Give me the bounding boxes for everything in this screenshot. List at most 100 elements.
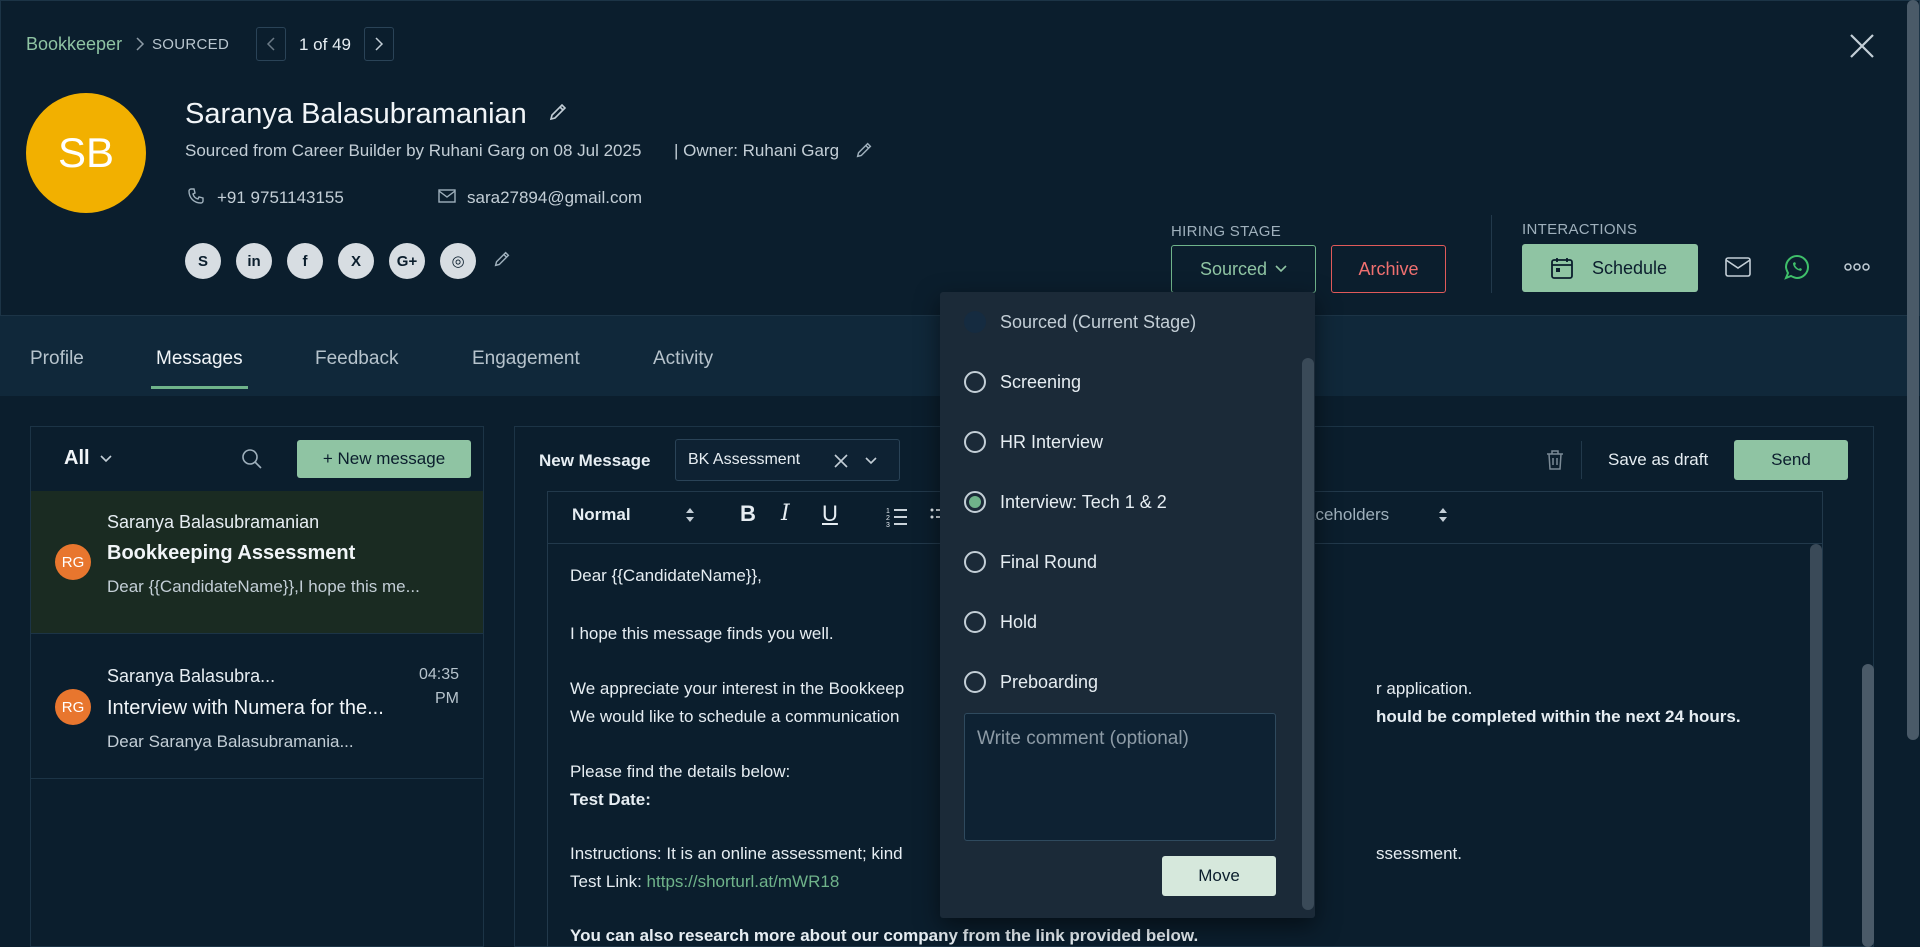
radio-icon xyxy=(964,431,986,453)
stage-option-hr-interview[interactable]: HR Interview xyxy=(940,412,1295,472)
facebook-icon[interactable]: f xyxy=(287,243,323,279)
candidate-owner: | Owner: Ruhani Garg xyxy=(674,141,840,160)
breadcrumb-job-link[interactable]: Bookkeeper xyxy=(26,34,122,55)
hiring-stage-dropdown[interactable]: Sourced xyxy=(1171,245,1316,293)
pager-count: 1 of 49 xyxy=(299,35,351,54)
active-tab-indicator xyxy=(151,386,248,389)
message-list-panel: All + New message RG Saranya Balasubrama… xyxy=(30,426,484,947)
send-button[interactable]: Send xyxy=(1734,440,1848,480)
close-icon[interactable] xyxy=(1847,31,1877,61)
message-subject: Interview with Numera for the... xyxy=(107,697,384,719)
stage-option-label: Screening xyxy=(1000,371,1082,392)
candidate-name: Saranya Balasubramanian xyxy=(185,98,527,130)
svg-text:1: 1 xyxy=(886,508,890,515)
breadcrumb-chevron-icon xyxy=(135,37,145,51)
stage-option-tech-interview[interactable]: Interview: Tech 1 & 2 xyxy=(940,472,1295,532)
body-line: Instructions: It is an online assessment… xyxy=(570,844,903,863)
stage-option-label: Preboarding xyxy=(1000,671,1099,692)
clear-template-icon[interactable] xyxy=(833,453,849,469)
radio-checked-icon xyxy=(964,491,986,513)
body-line: Test Link: https://shorturl.at/mWR18 xyxy=(570,872,839,892)
radio-current-icon xyxy=(964,311,986,333)
chevron-down-icon xyxy=(1275,265,1287,273)
tab-engagement[interactable]: Engagement xyxy=(472,348,580,370)
body-line: r application. xyxy=(1376,679,1473,698)
body-line: I hope this message finds you well. xyxy=(570,624,834,643)
next-candidate-button[interactable] xyxy=(364,27,394,61)
more-options-icon[interactable] xyxy=(1844,259,1870,275)
placeholders-select[interactable]: aceholders xyxy=(1306,505,1389,525)
schedule-button[interactable]: Schedule xyxy=(1522,244,1698,292)
stage-comment-input[interactable]: Write comment (optional) xyxy=(964,713,1276,841)
archive-button[interactable]: Archive xyxy=(1331,245,1446,293)
schedule-label: Schedule xyxy=(1592,257,1668,278)
header-divider xyxy=(1491,215,1492,293)
tab-feedback[interactable]: Feedback xyxy=(315,348,398,370)
body-line: Test Date: xyxy=(570,790,651,809)
bold-icon[interactable]: B xyxy=(740,501,756,527)
save-as-draft-button[interactable]: Save as draft xyxy=(1608,450,1708,470)
candidate-header: Bookkeeper SOURCED 1 of 49 SB Saranya Ba… xyxy=(0,0,1920,316)
delete-draft-icon[interactable] xyxy=(1546,449,1564,471)
italic-icon[interactable]: I xyxy=(781,501,790,526)
move-stage-button[interactable]: Move xyxy=(1162,856,1276,896)
radio-icon xyxy=(964,671,986,693)
page-scrollbar[interactable] xyxy=(1907,0,1919,740)
sender-avatar: RG xyxy=(55,689,91,725)
skype-icon[interactable]: S xyxy=(185,243,221,279)
editor-scrollbar[interactable] xyxy=(1810,544,1822,947)
svg-text:3: 3 xyxy=(886,522,890,528)
chevron-left-icon xyxy=(266,37,275,51)
social-links: Sin f X G+ ◎ xyxy=(185,243,476,279)
menu-scrollbar[interactable] xyxy=(1302,358,1314,910)
x-icon[interactable]: X xyxy=(338,243,374,279)
message-filter-value: All xyxy=(64,447,90,469)
edit-owner-pencil-icon[interactable] xyxy=(854,140,874,160)
prev-candidate-button[interactable] xyxy=(256,27,286,61)
breadcrumb-current-stage: SOURCED xyxy=(152,36,230,53)
new-message-label: New Message xyxy=(539,451,651,470)
test-link-label: Test Link: xyxy=(570,872,647,891)
message-list-item[interactable]: RG Saranya Balasubra... Interview with N… xyxy=(31,635,483,779)
linkedin-icon[interactable]: in xyxy=(236,243,272,279)
panel-scrollbar[interactable] xyxy=(1862,664,1874,947)
chevron-down-icon[interactable] xyxy=(865,457,877,465)
tab-messages[interactable]: Messages xyxy=(156,348,243,370)
search-icon[interactable] xyxy=(241,448,263,470)
edit-social-pencil-icon[interactable] xyxy=(492,249,512,269)
send-email-icon[interactable] xyxy=(1725,257,1751,277)
stage-option-sourced[interactable]: Sourced (Current Stage) xyxy=(940,292,1295,352)
underline-icon[interactable]: U xyxy=(822,501,838,527)
hiring-stage-label: HIRING STAGE xyxy=(1171,223,1281,240)
new-message-button[interactable]: + New message xyxy=(297,440,471,478)
message-sender: Saranya Balasubramanian xyxy=(107,512,320,532)
body-line: We would like to schedule a communicatio… xyxy=(570,707,900,726)
text-format-select[interactable]: Normal xyxy=(572,505,631,525)
stage-option-hold[interactable]: Hold xyxy=(940,592,1295,652)
candidate-phone[interactable]: +91 9751143155 xyxy=(217,188,344,208)
message-list-item[interactable]: RG Saranya Balasubramanian Bookkeeping A… xyxy=(31,491,483,634)
hiring-stage-menu: Sourced (Current Stage) Screening HR Int… xyxy=(940,292,1315,918)
whatsapp-icon[interactable] xyxy=(1784,254,1810,280)
candidate-source: Sourced from Career Builder by Ruhani Ga… xyxy=(185,141,642,160)
body-line: You can also research more about our com… xyxy=(570,926,1199,945)
test-link[interactable]: https://shorturl.at/mWR18 xyxy=(647,872,840,891)
stage-option-label: HR Interview xyxy=(1000,431,1104,452)
candidate-email[interactable]: sara27894@gmail.com xyxy=(467,188,642,208)
hiring-stage-value: Sourced xyxy=(1199,258,1268,279)
ordered-list-icon[interactable]: 123 xyxy=(886,506,908,528)
website-icon[interactable]: ◎ xyxy=(440,243,476,279)
stage-option-preboarding[interactable]: Preboarding xyxy=(940,652,1295,712)
template-select[interactable]: BK Assessment xyxy=(675,439,900,481)
sender-avatar: RG xyxy=(55,544,91,580)
stage-option-screening[interactable]: Screening xyxy=(940,352,1295,412)
stage-option-final-round[interactable]: Final Round xyxy=(940,532,1295,592)
svg-text:2: 2 xyxy=(886,515,890,522)
tab-profile[interactable]: Profile xyxy=(30,348,84,370)
message-filter-dropdown[interactable]: All xyxy=(64,447,112,470)
google-plus-icon[interactable]: G+ xyxy=(389,243,425,279)
radio-icon xyxy=(964,611,986,633)
edit-name-pencil-icon[interactable] xyxy=(547,101,569,123)
tab-activity[interactable]: Activity xyxy=(653,348,713,370)
radio-icon xyxy=(964,371,986,393)
